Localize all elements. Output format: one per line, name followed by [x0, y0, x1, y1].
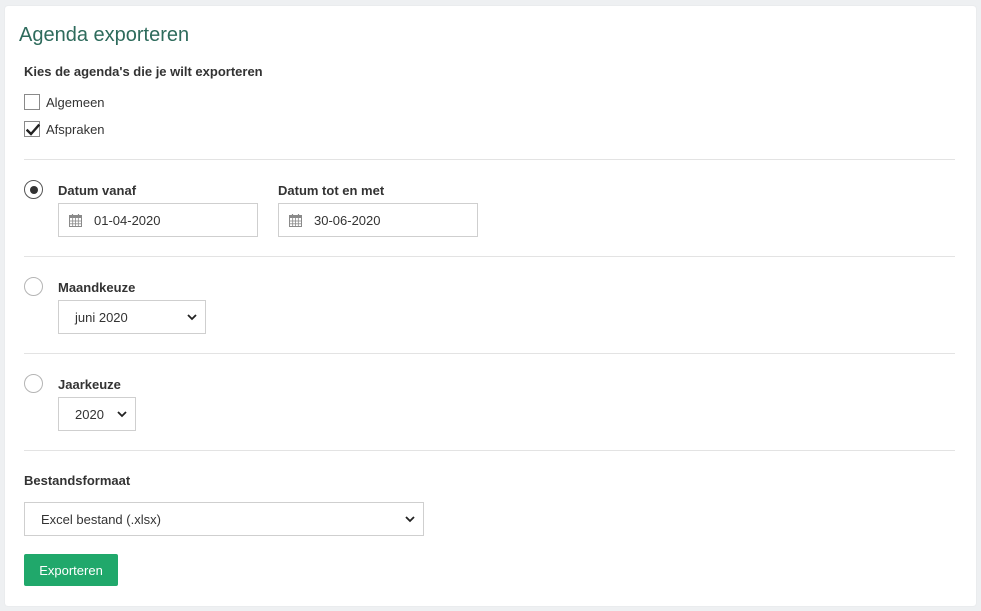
year-choice-label: Jaarkeuze [58, 377, 121, 392]
radio-dot [29, 185, 38, 194]
divider [24, 450, 955, 451]
chevron-down-icon [117, 410, 127, 418]
afspraken-label: Afspraken [46, 121, 105, 137]
year-select[interactable]: 2020 [58, 397, 136, 431]
divider [24, 256, 955, 257]
month-choice-label: Maandkeuze [58, 280, 136, 295]
to-date-label: Datum tot en met [278, 183, 385, 198]
page-title: Agenda exporteren [19, 24, 190, 46]
export-button[interactable]: Exporteren [24, 554, 118, 586]
from-date-label: Datum vanaf [58, 183, 137, 198]
divider [24, 159, 955, 160]
file-format-value: Excel bestand (.xlsx) [41, 511, 161, 527]
month-select-value: juni 2020 [75, 309, 128, 325]
export-card: Agenda exporteren Kies de agenda's die j… [5, 6, 976, 606]
checkmark-icon [26, 123, 40, 136]
agenda-heading: Kies de agenda's die je wilt exporteren [24, 64, 263, 79]
calendar-icon [289, 213, 302, 227]
afspraken-checkbox[interactable] [24, 121, 40, 137]
month-choice-radio[interactable] [24, 277, 43, 296]
algemeen-checkbox[interactable] [24, 94, 40, 110]
to-date-value: 30-06-2020 [314, 212, 381, 228]
month-select[interactable]: juni 2020 [58, 300, 206, 334]
year-choice-radio[interactable] [24, 374, 43, 393]
chevron-down-icon [405, 515, 415, 523]
date-range-radio[interactable] [24, 180, 43, 199]
year-select-value: 2020 [75, 406, 104, 422]
algemeen-label: Algemeen [46, 94, 105, 110]
file-format-select[interactable]: Excel bestand (.xlsx) [24, 502, 424, 536]
from-date-input[interactable]: 01-04-2020 [58, 203, 258, 237]
agenda-option-afspraken[interactable]: Afspraken [24, 120, 105, 138]
file-format-label: Bestandsformaat [24, 473, 131, 488]
calendar-icon [69, 213, 82, 227]
chevron-down-icon [187, 313, 197, 321]
divider [24, 353, 955, 354]
from-date-value: 01-04-2020 [94, 212, 161, 228]
to-date-input[interactable]: 30-06-2020 [278, 203, 478, 237]
agenda-option-algemeen[interactable]: Algemeen [24, 93, 105, 111]
